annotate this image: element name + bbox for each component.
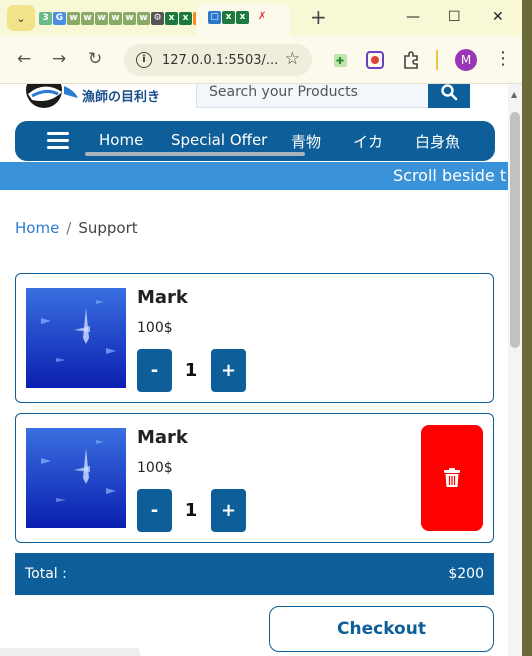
product-price: 100$	[137, 460, 173, 476]
scrollbar-thumb[interactable]	[510, 112, 520, 348]
toolbar-divider	[436, 50, 438, 70]
tab-favicon-excel[interactable]: x	[179, 11, 192, 25]
total-label: Total :	[25, 566, 67, 582]
quantity-value: 1	[184, 360, 198, 381]
close-window-icon[interactable]: ✕	[492, 7, 504, 27]
bookmark-star-icon[interactable]: ☆	[285, 49, 300, 69]
site-logo[interactable]	[20, 84, 80, 116]
tab-close-icon[interactable]: ✗	[258, 11, 270, 23]
tab-favicon-excel: x	[236, 11, 249, 24]
extensions-puzzle-icon[interactable]	[400, 49, 422, 71]
tab-favicon-w[interactable]: w	[81, 11, 94, 25]
page-scrollbar[interactable]: ▲	[508, 84, 522, 656]
tab-favicon-w[interactable]: w	[95, 11, 108, 25]
breadcrumb-current: Support	[78, 219, 138, 237]
checkout-button[interactable]: Checkout	[269, 606, 494, 652]
hamburger-menu-icon[interactable]	[47, 132, 69, 150]
marquee-text: Scroll beside t	[393, 166, 507, 185]
nav-link-ika[interactable]: イカ	[353, 131, 383, 152]
main-navbar: Home Special Offer 青物 イカ 白身魚	[15, 121, 495, 161]
cart-item: Mark 100$ - 1 +	[15, 413, 494, 543]
quantity-decrease-button[interactable]: -	[137, 489, 172, 532]
tab-favicon-google[interactable]: G	[53, 11, 66, 25]
tab-favicon-doc: ▢	[208, 11, 221, 24]
screen-capture-icon[interactable]	[364, 49, 386, 71]
url-text[interactable]: 127.0.0.1:5503/...	[162, 53, 278, 68]
tab-favicon-excel[interactable]: x	[165, 11, 178, 25]
logo-text: 漁師の目利き	[82, 90, 161, 105]
breadcrumb: Home / Support	[15, 219, 138, 237]
status-bubble	[0, 648, 140, 656]
cart-item: Mark 100$ - 1 +	[15, 273, 494, 403]
product-image[interactable]	[26, 288, 126, 388]
product-name: Mark	[137, 287, 188, 308]
tab-favicon-excel: x	[222, 11, 235, 24]
nav-link-home[interactable]: Home	[99, 131, 143, 149]
address-bar[interactable]: i 127.0.0.1:5503/... ☆	[124, 44, 312, 76]
delete-item-button[interactable]	[421, 425, 483, 531]
tab-favicon-w[interactable]: w	[123, 11, 136, 25]
breadcrumb-separator: /	[66, 219, 72, 237]
tab-bar: ⌄ 3 G w w w w w w ⚙ x x ♨ ▢ x x ✗ + — ☐ …	[0, 0, 522, 36]
announcement-marquee: Scroll beside t	[0, 162, 508, 190]
breadcrumb-home-link[interactable]: Home	[15, 219, 59, 237]
tab-favicon-w[interactable]: w	[137, 11, 150, 25]
tab-search-button[interactable]: ⌄	[7, 5, 35, 31]
reload-icon[interactable]: ↻	[88, 49, 102, 69]
product-image[interactable]	[26, 428, 126, 528]
extension-add-icon[interactable]	[330, 49, 352, 71]
tab-favicon-w[interactable]: w	[109, 11, 122, 25]
tab-favicon-w[interactable]: w	[67, 11, 80, 25]
tab-favicon-gear[interactable]: ⚙	[151, 11, 164, 25]
browser-toolbar: ← → ↻ i 127.0.0.1:5503/... ☆ M ⋮	[0, 36, 522, 84]
search-input[interactable]: Search your Products	[196, 84, 430, 108]
new-tab-button[interactable]: +	[310, 7, 327, 27]
scroll-up-arrow-icon[interactable]: ▲	[511, 90, 517, 99]
maximize-icon[interactable]: ☐	[448, 7, 461, 27]
nav-link-shiromi[interactable]: 白身魚	[415, 131, 460, 152]
quantity-increase-button[interactable]: +	[211, 489, 246, 532]
quantity-value: 1	[184, 500, 198, 521]
nav-link-special-offer[interactable]: Special Offer	[171, 131, 267, 149]
active-tab-favicons: ▢ x x	[208, 11, 249, 24]
site-info-icon[interactable]: i	[136, 52, 152, 68]
trash-icon	[444, 468, 460, 487]
minimize-icon[interactable]: —	[406, 7, 420, 27]
search-button[interactable]	[428, 84, 470, 108]
search-icon	[441, 84, 458, 101]
cart-total-bar: Total : $200	[15, 553, 494, 595]
nav-link-aomono[interactable]: 青物	[291, 131, 321, 152]
forward-arrow-icon[interactable]: →	[52, 49, 66, 69]
back-arrow-icon[interactable]: ←	[17, 49, 31, 69]
search-placeholder: Search your Products	[209, 84, 358, 100]
tab-favicon-3g[interactable]: 3	[39, 11, 52, 25]
site-header: 漁師の目利き Search your Products	[0, 84, 508, 122]
chevron-down-icon: ⌄	[16, 11, 26, 25]
total-value: $200	[448, 566, 484, 582]
nav-scroll-indicator[interactable]	[85, 152, 305, 156]
browser-window: ⌄ 3 G w w w w w w ⚙ x x ♨ ▢ x x ✗ + — ☐ …	[0, 0, 522, 656]
pinned-tabs: 3 G w w w w w w ⚙ x x ♨	[39, 11, 206, 25]
profile-avatar[interactable]: M	[455, 49, 477, 71]
product-price: 100$	[137, 320, 173, 336]
more-menu-icon[interactable]: ⋮	[494, 49, 512, 69]
product-name: Mark	[137, 427, 188, 448]
page-viewport: 漁師の目利き Search your Products Home Special…	[0, 84, 508, 656]
quantity-increase-button[interactable]: +	[211, 349, 246, 392]
quantity-decrease-button[interactable]: -	[137, 349, 172, 392]
